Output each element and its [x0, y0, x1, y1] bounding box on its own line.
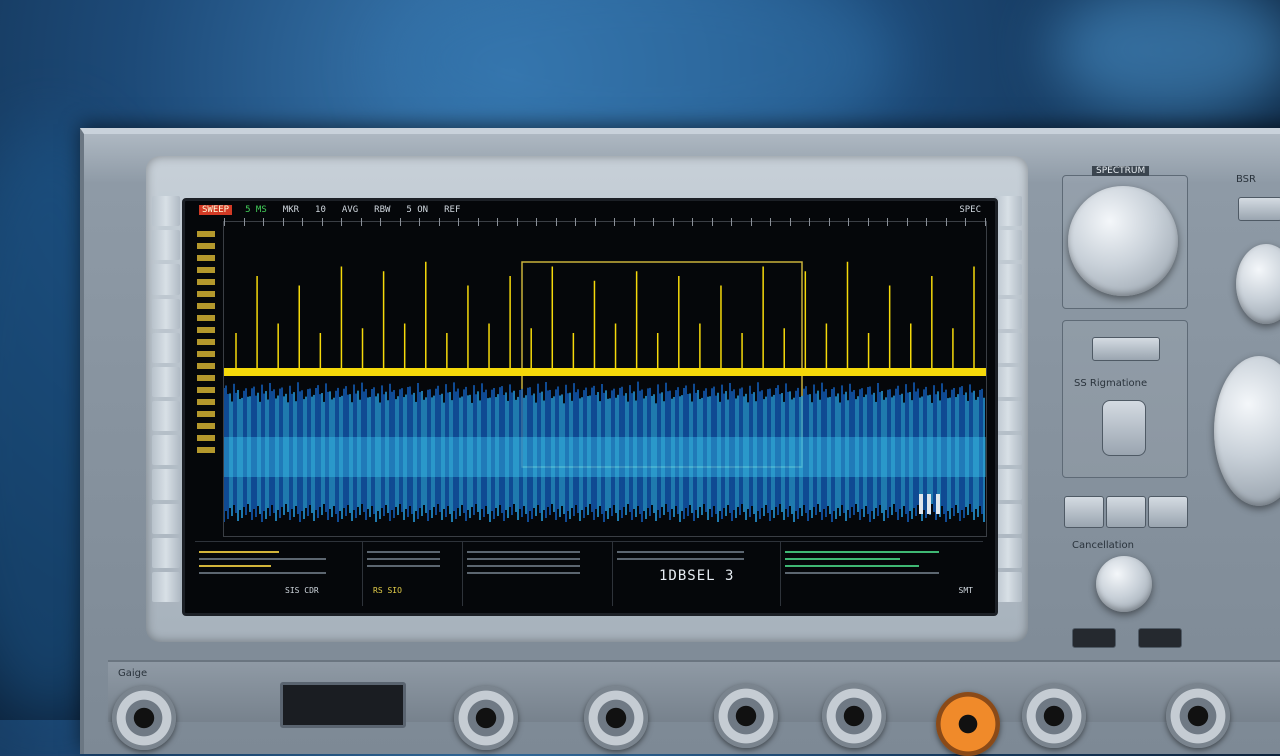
usb-port[interactable] [280, 682, 406, 728]
right-top-button[interactable] [1238, 197, 1280, 221]
amplitude-scale [197, 225, 223, 533]
marker-b [927, 494, 931, 514]
bezel-ribs-left [152, 196, 180, 603]
toggle-right[interactable] [1138, 628, 1182, 648]
softkey-4[interactable]: 1DBSEL 3 [613, 542, 781, 606]
softkey-3[interactable] [463, 542, 613, 606]
trace-blue [223, 381, 986, 522]
toggle-left[interactable] [1072, 628, 1116, 648]
small-knob[interactable] [1096, 556, 1152, 612]
bnc-connector-7[interactable] [1166, 684, 1230, 748]
status-chip: AVG [341, 205, 359, 215]
yellow-baseline [224, 368, 986, 376]
softkey-5-value: SMT [958, 586, 973, 595]
main-knob[interactable] [1068, 186, 1178, 296]
readout-value: 1DBSEL 3 [659, 568, 735, 584]
knob1-label: SPECTRUM [1092, 166, 1150, 176]
status-chip-red: SWEEP [199, 205, 233, 215]
bnc-connector-1[interactable] [112, 686, 176, 750]
bnc-connector-4[interactable] [714, 684, 778, 748]
status-chip: RBW [374, 205, 391, 215]
status-chip: MKR [282, 205, 300, 215]
trace-yellow [224, 261, 986, 376]
bezel-ribs-right [994, 196, 1022, 603]
mid-label: SS Rigmatione [1074, 378, 1148, 389]
background-blur-right [1050, 0, 1280, 120]
mid-button[interactable] [1092, 337, 1160, 361]
softkey-1[interactable]: SIS CDR [195, 542, 363, 606]
display-screen: SWEEP 5 MS MKR 10 AVG RBW 5 ON REF SPEC … [182, 198, 998, 616]
bnc-connector-3[interactable] [584, 686, 648, 750]
bottom-left-label: Gaige [118, 668, 148, 679]
blue-trace-glow [224, 437, 986, 477]
soft-button-2[interactable] [1106, 496, 1146, 528]
time-ticks [224, 218, 986, 226]
softkey-2[interactable]: RS SIO [363, 542, 463, 606]
softkey-5[interactable]: SMT [781, 542, 981, 606]
marker-a [919, 494, 923, 514]
bnc-connector-2[interactable] [454, 686, 518, 750]
status-chip: REF [444, 205, 461, 215]
waveform-svg [223, 261, 986, 522]
right-section-label: BSR [1236, 174, 1256, 185]
status-chip: 10 [315, 205, 326, 215]
waveform-plot [223, 218, 987, 537]
softkey-2-value: RS SIO [373, 586, 402, 595]
status-bar: SWEEP 5 MS MKR 10 AVG RBW 5 ON REF SPEC [185, 201, 995, 219]
bnc-connector-orange[interactable] [936, 692, 1000, 756]
soft-button-3[interactable] [1148, 496, 1188, 528]
softkey-1-value: SIS CDR [285, 586, 319, 595]
bnc-connector-5[interactable] [822, 684, 886, 748]
marker-c [936, 494, 940, 514]
status-chip-green: 5 MS [245, 205, 267, 215]
softkey-bar: SIS CDR RS SIO 1DBSEL 3 SMT [195, 541, 983, 606]
bnc-connector-6[interactable] [1022, 684, 1086, 748]
rocker-switch[interactable] [1102, 400, 1146, 456]
bottom-panel-label: Cancellation [1072, 540, 1134, 551]
soft-button-1[interactable] [1064, 496, 1104, 528]
status-chip: 5 ON [406, 205, 429, 215]
mode-label: SPEC [959, 205, 981, 215]
